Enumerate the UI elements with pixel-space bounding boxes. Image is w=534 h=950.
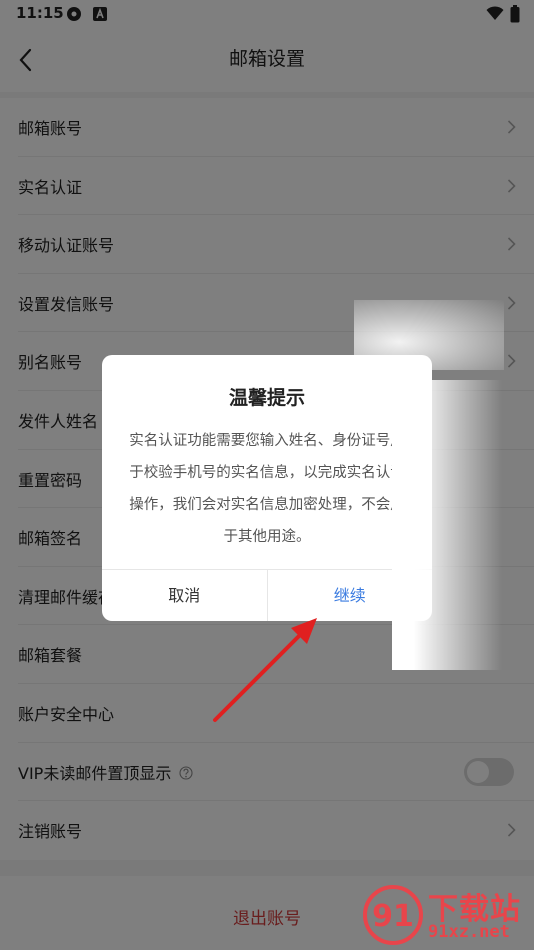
white-smudge bbox=[354, 300, 504, 370]
white-smudge bbox=[392, 380, 502, 670]
real-name-dialog: 温馨提示 实名认证功能需要您输入姓名、身份证号用于校验手机号的实名信息，以完成实… bbox=[102, 355, 432, 621]
watermark-url: 91xz.net bbox=[428, 922, 510, 942]
watermark-logo-text: 91 bbox=[372, 899, 414, 934]
watermark-logo-icon: 91 bbox=[363, 885, 423, 945]
watermark: 91 下载站 91xz.net bbox=[362, 880, 534, 950]
dialog-title: 温馨提示 bbox=[228, 387, 305, 409]
annotation-arrow-icon bbox=[213, 618, 317, 722]
dialog-message: 实名认证功能需要您输入姓名、身份证号用于校验手机号的实名信息，以完成实名认证操作… bbox=[129, 433, 405, 545]
